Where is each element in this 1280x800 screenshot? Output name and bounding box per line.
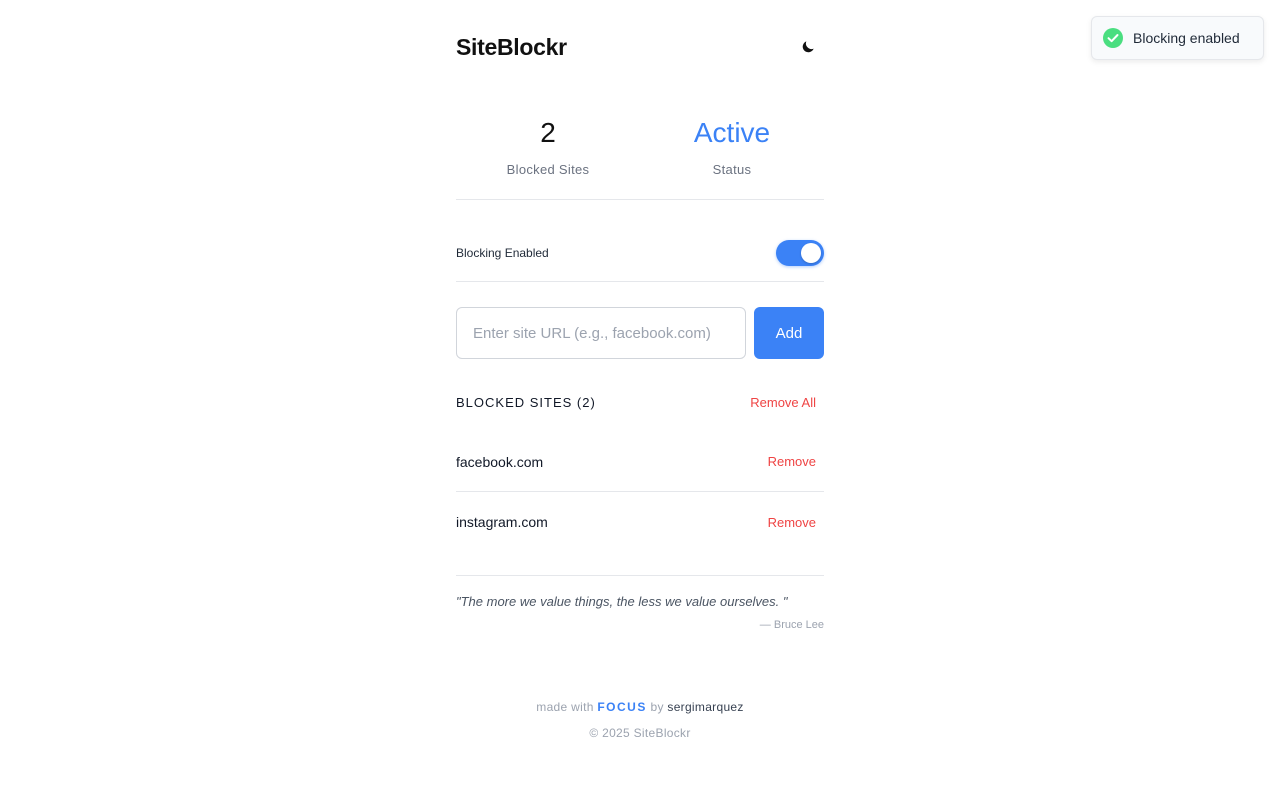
blocked-label: Blocked Sites (506, 162, 590, 177)
footer-brand-link[interactable]: FOCUS (597, 700, 647, 714)
quote-author: — Bruce Lee (759, 619, 824, 631)
footer-by: by (650, 700, 664, 714)
toggle-knob (801, 242, 821, 263)
site-name: instagram.com (456, 514, 548, 530)
blocking-toggle-label: Blocking Enabled (456, 245, 549, 260)
blocking-toggle[interactable] (776, 239, 824, 266)
list-item: instagram.com Remove (456, 492, 824, 552)
blocked-list-header: BLOCKED SITES (2) Remove All (456, 390, 824, 414)
footer: made with FOCUS by sergimarquez © 2025 S… (0, 700, 1280, 740)
remove-all-button[interactable]: Remove All (750, 395, 816, 410)
quote-text: "The more we value things, the less we v… (456, 594, 788, 609)
add-button[interactable]: Add (754, 307, 824, 359)
status-label: Status (712, 162, 752, 177)
status-value: Active (693, 117, 771, 148)
footer-author-link[interactable]: sergimarquez (667, 700, 743, 714)
stat-status: Active Status (640, 112, 824, 199)
list-item: facebook.com Remove (456, 432, 824, 492)
stat-blocked-sites: 2 Blocked Sites (456, 112, 640, 199)
remove-button[interactable]: Remove (768, 454, 816, 469)
blocked-count: 2 (540, 117, 556, 148)
blocked-list-title: BLOCKED SITES (2) (456, 394, 596, 410)
toast-message: Blocking enabled (1133, 30, 1240, 46)
site-name: facebook.com (456, 453, 544, 470)
blocking-toggle-row: Blocking Enabled (456, 224, 824, 282)
site-url-input[interactable] (456, 307, 746, 359)
remove-button[interactable]: Remove (768, 515, 816, 530)
footer-copyright: © 2025 SiteBlockr (589, 726, 691, 740)
app-title: SiteBlockr (456, 33, 567, 60)
stats-section: 2 Blocked Sites Active Status (456, 112, 824, 200)
blocked-site-list: facebook.com Remove instagram.com Remove (456, 432, 824, 552)
add-site-form: Add (456, 307, 824, 359)
moon-icon (802, 41, 814, 53)
footer-made-with: made with (536, 700, 594, 714)
footer-credit: made with FOCUS by sergimarquez (0, 700, 1280, 714)
toast-notification: Blocking enabled (1091, 16, 1264, 60)
quote-block: "The more we value things, the less we v… (456, 575, 824, 631)
header: SiteBlockr (456, 30, 824, 64)
check-circle-icon (1103, 28, 1123, 48)
theme-toggle-button[interactable] (796, 35, 820, 59)
